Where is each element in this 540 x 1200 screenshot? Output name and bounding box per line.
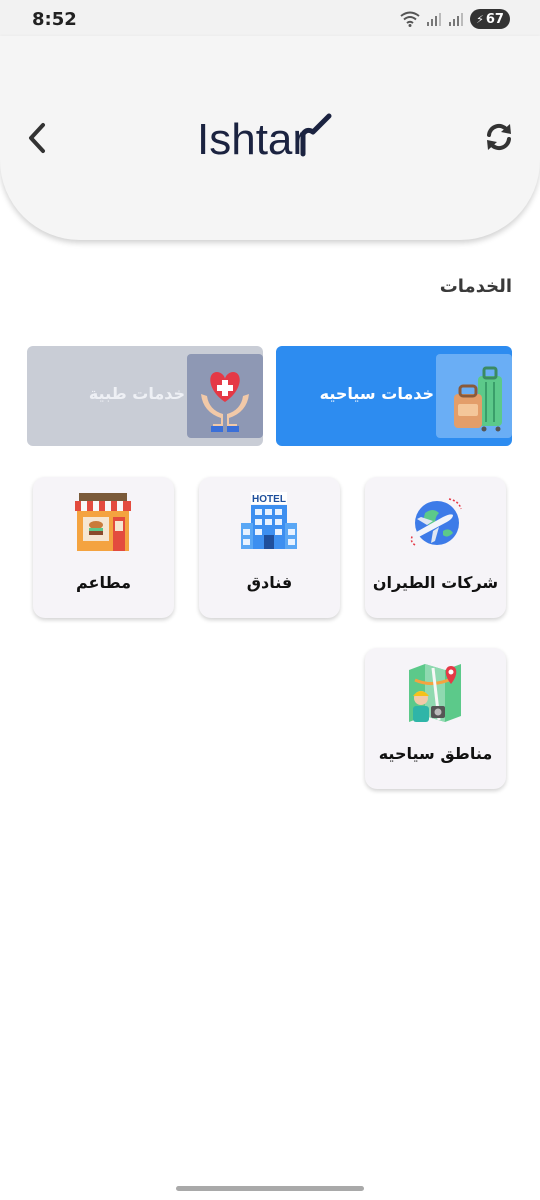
category-label: خدمات سياحيه — [319, 384, 434, 403]
service-tile-tourist-areas[interactable]: مناطق سياحيه — [365, 648, 506, 789]
airplane-globe-icon — [410, 498, 462, 546]
hotel-sign-text: HOTEL — [252, 494, 286, 505]
service-label: مناطق سياحيه — [378, 744, 493, 763]
category-icon-box — [187, 354, 263, 438]
app-header: Ishtar — [0, 36, 540, 240]
logo-text: Ishtar — [197, 115, 307, 164]
service-label: شركات الطيران — [372, 573, 499, 592]
refresh-button[interactable] — [482, 120, 516, 154]
refresh-icon — [487, 123, 511, 151]
medical-care-icon — [201, 372, 249, 432]
home-indicator[interactable] — [176, 1186, 364, 1191]
category-label: خدمات طبية — [88, 384, 185, 403]
signal-icon — [427, 13, 441, 26]
restaurant-icon — [75, 493, 131, 551]
status-icons: ⚡ 67 — [400, 8, 510, 30]
signal-icon-2 — [449, 13, 463, 26]
service-tile-hotels[interactable]: HOTEL فنادق — [199, 477, 340, 618]
ishtar-logo: Ishtar — [197, 113, 335, 164]
charging-icon: ⚡ — [476, 12, 484, 26]
back-button[interactable] — [22, 118, 52, 158]
hotel-icon: HOTEL — [241, 492, 297, 549]
category-icon-box — [436, 354, 512, 438]
tourist-map-icon — [409, 664, 461, 722]
section-title: الخدمات — [439, 276, 512, 297]
battery-indicator: ⚡ 67 — [470, 9, 510, 29]
status-time: 8:52 — [32, 9, 77, 30]
category-tourism-services[interactable]: خدمات سياحيه — [276, 346, 512, 446]
service-tile-restaurants[interactable]: مطاعم — [33, 477, 174, 618]
service-tile-airlines[interactable]: شركات الطيران — [365, 477, 506, 618]
status-bar: 8:52 ⚡ 67 — [0, 0, 540, 36]
chevron-left-icon — [29, 123, 45, 153]
battery-level: 67 — [485, 11, 504, 27]
luggage-icon — [454, 366, 502, 432]
service-label: فنادق — [246, 573, 293, 592]
wifi-icon — [400, 11, 420, 27]
service-label: مطاعم — [76, 573, 131, 592]
category-medical-services[interactable]: خدمات طبية — [27, 346, 263, 446]
